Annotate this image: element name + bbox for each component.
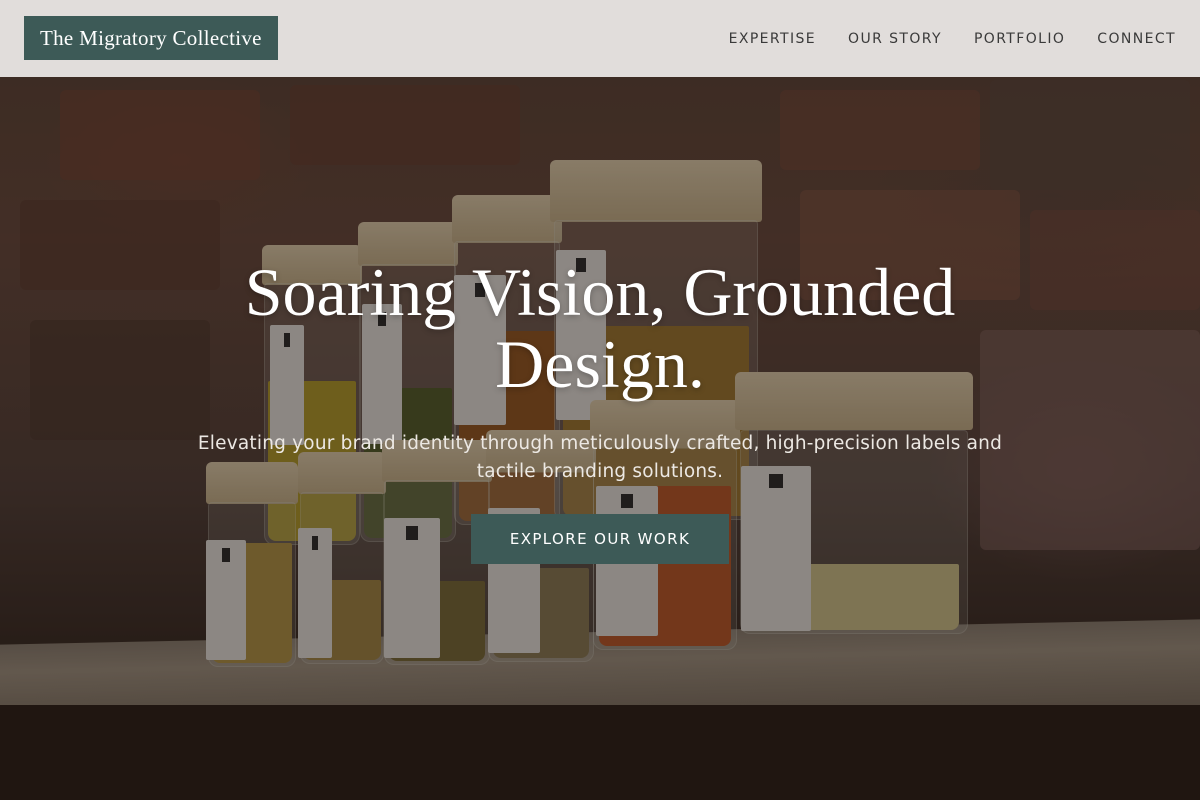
site-header: The Migratory Collective EXPERTISE OUR S…	[0, 0, 1200, 77]
nav-link-portfolio[interactable]: PORTFOLIO	[974, 31, 1065, 47]
nav-link-connect[interactable]: CONNECT	[1097, 31, 1176, 47]
hero-subheadline: Elevating your brand identity through me…	[197, 433, 1003, 482]
main-nav: EXPERTISE OUR STORY PORTFOLIO CONNECT	[729, 0, 1176, 77]
hero-content: Soaring Vision, Grounded Design. Elevati…	[150, 256, 1050, 564]
hero-headline: Soaring Vision, Grounded Design.	[244, 254, 956, 402]
brand-logo[interactable]: The Migratory Collective	[24, 16, 278, 60]
nav-link-our-story[interactable]: OUR STORY	[848, 31, 942, 47]
explore-our-work-button[interactable]: EXPLORE OUR WORK	[471, 514, 729, 564]
nav-link-expertise[interactable]: EXPERTISE	[729, 31, 816, 47]
